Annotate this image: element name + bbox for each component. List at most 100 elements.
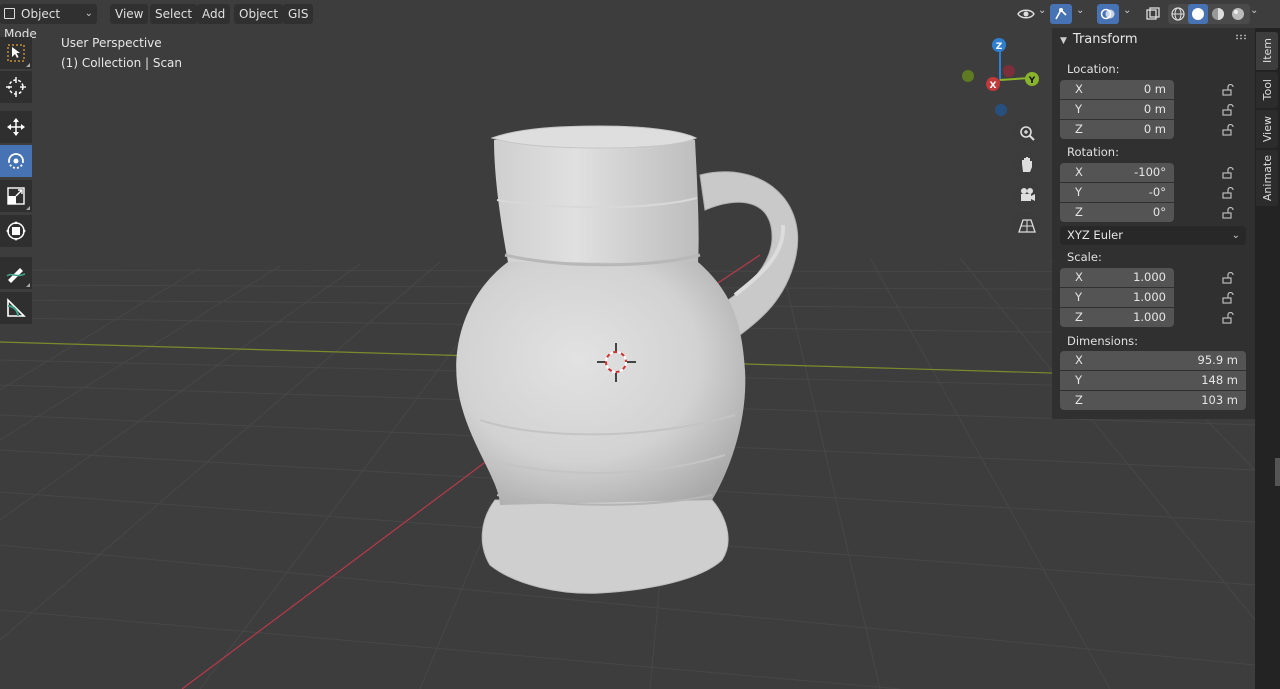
panel-title: Transform: [1072, 32, 1138, 47]
axis-label: X: [1075, 353, 1083, 367]
chevron-down-icon[interactable]: ⌄: [1038, 5, 1046, 16]
axis-label: X: [1075, 270, 1083, 284]
field-value: 0 m: [1143, 102, 1166, 116]
viewport-header: Object Mode ⌄ View Select Add Object GIS…: [0, 0, 1258, 41]
axis-label: Z: [1075, 205, 1083, 219]
collection-info: (1) Collection | Scan: [61, 56, 183, 70]
dimensions-z-field[interactable]: Z 103 m: [1060, 391, 1246, 410]
location-x-field[interactable]: X 0 m: [1060, 80, 1174, 99]
rotation-mode-dropdown[interactable]: XYZ Euler ⌄: [1060, 226, 1246, 245]
dimensions-y-field[interactable]: Y 148 m: [1060, 371, 1246, 390]
menu-gis[interactable]: GIS: [283, 4, 314, 24]
rotation-mode-value: XYZ Euler: [1067, 228, 1123, 242]
gizmo-toggle-icon[interactable]: [1050, 4, 1072, 24]
chevron-down-icon: ⌄: [84, 8, 93, 19]
perspective-toggle-icon[interactable]: [1013, 212, 1041, 240]
material-shading-icon[interactable]: [1208, 4, 1228, 24]
overlays-icon[interactable]: [1097, 4, 1119, 24]
dimensions-x-field[interactable]: X 95.9 m: [1060, 351, 1246, 370]
collapse-triangle-icon[interactable]: ▼: [1060, 36, 1067, 46]
field-value: 1.000: [1133, 310, 1166, 324]
sidebar-n-panel: ▼ Transform Location: X 0 m Y 0 m Z 0 m Rota…: [1052, 28, 1255, 419]
tab-label: Tool: [1260, 79, 1274, 101]
field-value: 1.000: [1133, 270, 1166, 284]
object-mode-dropdown[interactable]: Object Mode ⌄: [0, 4, 97, 41]
axis-label: Z: [1075, 310, 1083, 324]
chevron-down-icon[interactable]: ⌄: [1076, 5, 1084, 16]
field-value: 0 m: [1143, 82, 1166, 96]
cursor-tool[interactable]: [0, 71, 32, 103]
lock-icon[interactable]: [1222, 167, 1234, 179]
axis-label: Z: [1075, 393, 1083, 407]
field-value: -100°: [1134, 165, 1166, 179]
lock-icon[interactable]: [1222, 312, 1234, 324]
location-z-field[interactable]: Z 0 m: [1060, 120, 1174, 139]
zoom-icon[interactable]: [1013, 119, 1041, 147]
rendered-shading-icon[interactable]: [1228, 4, 1248, 24]
transform-tool[interactable]: [0, 215, 32, 247]
scale-x-field[interactable]: X 1.000: [1060, 268, 1174, 287]
lock-icon[interactable]: [1222, 124, 1234, 136]
tab-label: Animate: [1260, 154, 1274, 202]
field-value: 0 m: [1143, 122, 1166, 136]
menu-object[interactable]: Object: [234, 4, 284, 24]
scale-tool[interactable]: [0, 180, 32, 212]
axis-label: Y: [1075, 102, 1083, 116]
tab-view[interactable]: View: [1256, 110, 1278, 148]
select-box-tool[interactable]: [0, 37, 32, 69]
camera-view-icon[interactable]: [1013, 181, 1041, 209]
menu-select[interactable]: Select: [150, 4, 198, 24]
menu-add[interactable]: Add: [197, 4, 231, 24]
rotation-z-field[interactable]: Z 0°: [1060, 203, 1174, 222]
lock-icon[interactable]: [1222, 292, 1234, 304]
rotation-label: Rotation:: [1067, 145, 1119, 159]
lock-icon[interactable]: [1222, 207, 1234, 219]
dimensions-label: Dimensions:: [1067, 334, 1138, 348]
field-value: 95.9 m: [1197, 353, 1238, 367]
measure-tool[interactable]: [0, 292, 32, 324]
field-value: -0°: [1148, 185, 1166, 199]
tab-item[interactable]: Item: [1256, 32, 1278, 70]
menu-view[interactable]: View: [110, 4, 149, 24]
tab-label: View: [1260, 115, 1274, 143]
field-value: 148 m: [1201, 373, 1238, 387]
xray-toggle-icon[interactable]: [1142, 4, 1164, 24]
lock-icon[interactable]: [1222, 104, 1234, 116]
lock-icon[interactable]: [1222, 187, 1234, 199]
chevron-down-icon: ⌄: [1231, 230, 1240, 241]
rotation-y-field[interactable]: Y -0°: [1060, 183, 1174, 202]
chevron-down-icon[interactable]: ⌄: [1123, 5, 1131, 16]
rotation-x-field[interactable]: X -100°: [1060, 163, 1174, 182]
tab-animate[interactable]: Animate: [1256, 150, 1278, 206]
axis-label: Z: [1075, 122, 1083, 136]
gizmo-z-label: Z: [996, 42, 1003, 52]
chevron-down-icon[interactable]: ⌄: [1250, 5, 1258, 16]
axis-label: X: [1075, 82, 1083, 96]
gizmo-y-label: Y: [1028, 76, 1036, 86]
gizmo-x-label: X: [990, 81, 997, 91]
scale-z-field[interactable]: Z 1.000: [1060, 308, 1174, 327]
view-name: User Perspective: [61, 36, 162, 50]
visibility-icon[interactable]: [1015, 4, 1037, 24]
object-mode-icon: [4, 8, 15, 19]
rotate-tool[interactable]: [0, 145, 32, 177]
move-tool[interactable]: [0, 111, 32, 143]
scrollbar[interactable]: [1275, 458, 1280, 486]
solid-shading-icon[interactable]: [1188, 4, 1208, 24]
scale-label: Scale:: [1067, 250, 1102, 264]
scale-y-field[interactable]: Y 1.000: [1060, 288, 1174, 307]
wireframe-shading-icon[interactable]: [1168, 4, 1188, 24]
annotate-tool[interactable]: [0, 257, 32, 289]
axis-label: Y: [1075, 290, 1083, 304]
axis-label: Y: [1075, 185, 1083, 199]
drag-grip-icon[interactable]: [1235, 34, 1247, 40]
tab-tool[interactable]: Tool: [1256, 72, 1278, 108]
axis-label: X: [1075, 165, 1083, 179]
location-y-field[interactable]: Y 0 m: [1060, 100, 1174, 119]
axis-label: Y: [1075, 373, 1083, 387]
lock-icon[interactable]: [1222, 272, 1234, 284]
field-value: 0°: [1152, 205, 1166, 219]
pan-hand-icon[interactable]: [1013, 150, 1041, 178]
transform-panel-header[interactable]: ▼ Transform: [1060, 32, 1138, 47]
lock-icon[interactable]: [1222, 84, 1234, 96]
